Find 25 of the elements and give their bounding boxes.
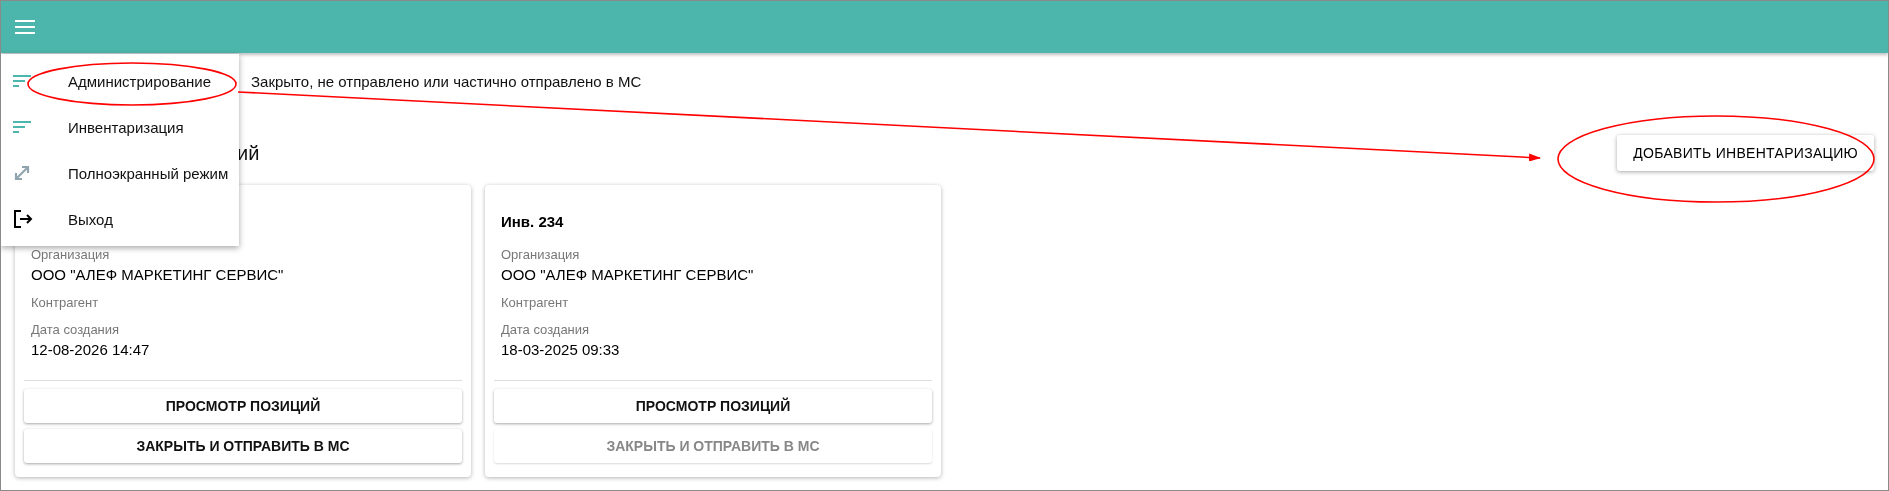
card-action-button[interactable]: ПРОСМОТР ПОЗИЦИЙ [24, 389, 462, 423]
expand-arrows-icon [13, 164, 31, 182]
filter-lines-icon [13, 121, 31, 133]
add-inventory-button[interactable]: ДОБАВИТЬ ИНВЕНТАРИЗАЦИЮ [1617, 135, 1874, 171]
field-label: Дата создания [501, 322, 591, 337]
field-label: Дата создания [31, 322, 121, 337]
menu-item[interactable]: Администрирование [1, 58, 239, 104]
menu-item[interactable]: Инвентаризация [1, 104, 239, 150]
card-title: Инв. 234 [501, 213, 564, 230]
exit-icon [13, 210, 33, 228]
menu-item[interactable]: Выход [1, 196, 239, 242]
field-label: Контрагент [31, 295, 100, 310]
field-label: Организация [501, 247, 581, 262]
field-value: 18-03-2025 09:33 [501, 341, 621, 358]
field-label: Контрагент [501, 295, 570, 310]
card-action-button[interactable]: ПРОСМОТР ПОЗИЦИЙ [494, 389, 932, 423]
filter-lines-icon [13, 75, 31, 87]
field-label: Организация [31, 247, 111, 262]
field-value: ООО "АЛЕФ МАРКЕТИНГ СЕРВИС" [31, 266, 285, 283]
field-value: ООО "АЛЕФ МАРКЕТИНГ СЕРВИС" [501, 266, 755, 283]
field-value: 12-08-2026 14:47 [31, 341, 151, 358]
menu-icon[interactable] [15, 20, 35, 34]
filter-text: Закрыто, не отправлено или частично отправлено в МС [251, 73, 643, 90]
card-action-button[interactable]: ЗАКРЫТЬ И ОТПРАВИТЬ В МС [24, 429, 462, 463]
menu-item[interactable]: Полноэкранный режим [1, 150, 239, 196]
